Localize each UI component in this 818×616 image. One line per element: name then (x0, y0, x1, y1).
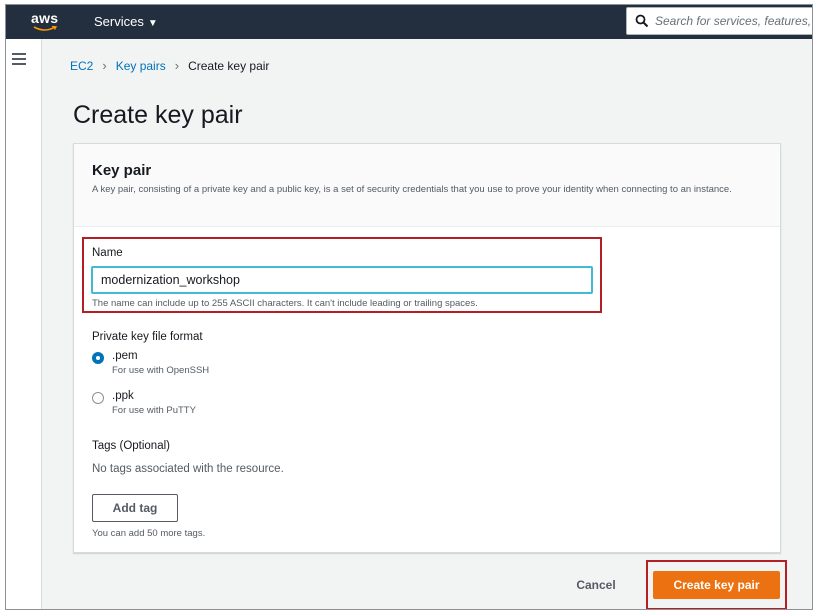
breadcrumb-key-pairs[interactable]: Key pairs (116, 59, 166, 73)
aws-logo-text: aws (31, 10, 59, 26)
radio-checked-icon[interactable] (92, 352, 104, 364)
panel-description: A key pair, consisting of a private key … (92, 184, 732, 195)
top-navigation: aws Services ▼ (6, 5, 812, 39)
search-icon (635, 14, 649, 28)
sidebar (6, 39, 42, 609)
create-key-pair-button[interactable]: Create key pair (653, 571, 780, 599)
cancel-button[interactable]: Cancel (566, 573, 626, 597)
radio-ppk-label: .ppk (112, 390, 134, 402)
menu-icon[interactable] (12, 53, 26, 65)
chevron-right-icon: › (174, 58, 180, 73)
services-label: Services (94, 14, 144, 29)
console-window: aws Services▼ EC2 › Key pairs › Create k… (5, 4, 813, 610)
breadcrumb-current: Create key pair (188, 58, 270, 73)
search-box[interactable] (626, 7, 812, 35)
key-format-label: Private key file format (92, 331, 203, 343)
panel-title: Key pair (92, 162, 152, 179)
search-input[interactable] (655, 11, 812, 31)
page-title: Create key pair (73, 101, 243, 129)
chevron-right-icon: › (102, 58, 107, 73)
aws-smile-icon (33, 26, 57, 31)
breadcrumb-ec2[interactable]: EC2 (70, 59, 93, 73)
tags-empty-text: No tags associated with the resource. (92, 463, 284, 475)
name-hint: The name can include up to 255 ASCII cha… (92, 298, 478, 309)
breadcrumb: EC2 › Key pairs › Create key pair (70, 58, 269, 73)
key-pair-panel: Key pair A key pair, consisting of a pri… (73, 143, 781, 553)
add-tag-button[interactable]: Add tag (92, 494, 178, 522)
radio-ppk-description: For use with PuTTY (112, 405, 196, 416)
chevron-down-icon: ▼ (147, 18, 158, 29)
tags-hint: You can add 50 more tags. (92, 528, 206, 539)
aws-logo-icon[interactable]: aws (31, 10, 61, 34)
radio-pem-description: For use with OpenSSH (112, 365, 210, 376)
name-input[interactable] (91, 266, 593, 294)
services-menu[interactable]: Services ▼ (94, 14, 158, 29)
name-label: Name (92, 247, 123, 259)
panel-header: Key pair A key pair, consisting of a pri… (74, 144, 780, 227)
tags-label: Tags (Optional) (92, 440, 170, 452)
radio-pem-label: .pem (112, 350, 138, 362)
radio-unchecked-icon[interactable] (92, 392, 104, 404)
